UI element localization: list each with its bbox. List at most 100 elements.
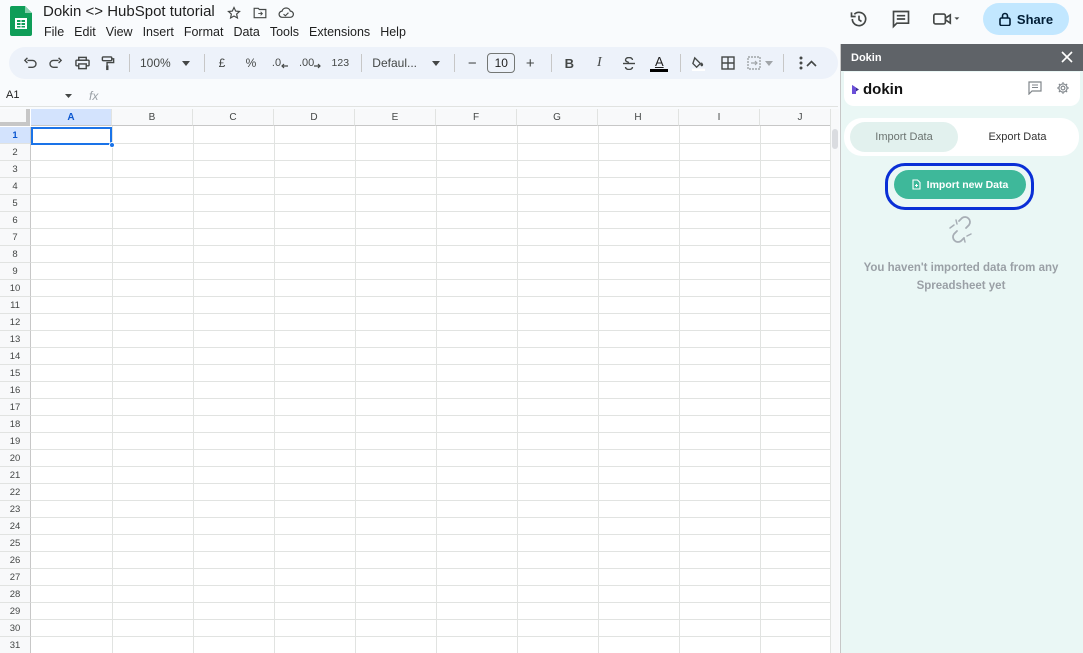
row-header-4[interactable]: 4 bbox=[0, 178, 31, 195]
settings-gear-icon[interactable] bbox=[1056, 81, 1070, 95]
tab-export-data[interactable]: Export Data bbox=[962, 122, 1073, 152]
print-icon[interactable] bbox=[71, 50, 93, 76]
decrease-decimal-button[interactable]: .0 bbox=[269, 50, 291, 76]
version-history-icon[interactable] bbox=[843, 3, 875, 35]
row-header-1[interactable]: 1 bbox=[0, 127, 31, 144]
star-icon[interactable] bbox=[223, 2, 245, 24]
import-new-data-label: Import new Data bbox=[926, 178, 1009, 191]
text-color-glyph: A bbox=[654, 53, 664, 69]
percent-format-button[interactable]: % bbox=[240, 50, 262, 76]
document-title[interactable]: Dokin <> HubSpot tutorial bbox=[43, 3, 215, 20]
bold-button[interactable]: B bbox=[558, 50, 580, 76]
toolbar-divider bbox=[204, 54, 205, 72]
tab-import-data[interactable]: Import Data bbox=[850, 122, 958, 152]
row-header-5[interactable]: 5 bbox=[0, 195, 31, 212]
row-header-12[interactable]: 12 bbox=[0, 314, 31, 331]
menu-data[interactable]: Data bbox=[228, 24, 264, 39]
selected-cell-a1[interactable] bbox=[31, 127, 112, 145]
row-header-16[interactable]: 16 bbox=[0, 382, 31, 399]
menu-insert[interactable]: Insert bbox=[138, 24, 179, 39]
feedback-icon[interactable] bbox=[1028, 81, 1042, 95]
menu-file[interactable]: File bbox=[43, 24, 69, 39]
column-header-b[interactable]: B bbox=[112, 109, 193, 126]
column-header-d[interactable]: D bbox=[274, 109, 355, 126]
font-size-field[interactable]: 10 bbox=[487, 50, 516, 76]
zoom-select[interactable]: 100% bbox=[136, 50, 194, 76]
meet-video-icon[interactable] bbox=[927, 3, 967, 35]
vertical-scrollbar[interactable] bbox=[830, 109, 839, 653]
increase-decimal-button[interactable]: .00 bbox=[299, 50, 322, 76]
row-header-13[interactable]: 13 bbox=[0, 331, 31, 348]
import-new-data-button[interactable]: Import new Data bbox=[894, 170, 1026, 199]
cloud-status-icon[interactable] bbox=[275, 2, 297, 24]
row-header-10[interactable]: 10 bbox=[0, 280, 31, 297]
row-header-9[interactable]: 9 bbox=[0, 263, 31, 280]
strikethrough-icon[interactable] bbox=[618, 50, 640, 76]
select-all-corner[interactable] bbox=[0, 109, 30, 126]
row-header-3[interactable]: 3 bbox=[0, 161, 31, 178]
row-header-14[interactable]: 14 bbox=[0, 348, 31, 365]
scrollbar-thumb[interactable] bbox=[832, 129, 838, 149]
menu-view[interactable]: View bbox=[101, 24, 138, 39]
column-header-g[interactable]: G bbox=[517, 109, 598, 126]
row-header-6[interactable]: 6 bbox=[0, 212, 31, 229]
move-folder-icon[interactable] bbox=[249, 2, 271, 24]
fill-color-icon[interactable] bbox=[687, 50, 709, 76]
row-header-31[interactable]: 31 bbox=[0, 637, 31, 653]
column-header-h[interactable]: H bbox=[598, 109, 679, 126]
row-header-8[interactable]: 8 bbox=[0, 246, 31, 263]
undo-icon[interactable] bbox=[19, 50, 41, 76]
row-header-19[interactable]: 19 bbox=[0, 433, 31, 450]
row-header-15[interactable]: 15 bbox=[0, 365, 31, 382]
close-icon[interactable] bbox=[1060, 50, 1074, 64]
row-header-7[interactable]: 7 bbox=[0, 229, 31, 246]
row-header-25[interactable]: 25 bbox=[0, 535, 31, 552]
panel-brand-bar: dokin bbox=[844, 72, 1080, 106]
sheets-logo-icon[interactable] bbox=[10, 6, 32, 36]
text-color-button[interactable]: A bbox=[648, 50, 670, 76]
spreadsheet-grid[interactable]: A B C D E F G H I J 1 2 3 4 5 6 7 8 9 10 11 12 13 14 15 16 17 18 19 2… bbox=[0, 109, 830, 653]
toolbar-divider bbox=[129, 54, 130, 72]
number-format-button[interactable]: 123 bbox=[329, 50, 351, 76]
currency-format-button[interactable]: £ bbox=[211, 50, 233, 76]
row-header-20[interactable]: 20 bbox=[0, 450, 31, 467]
column-header-e[interactable]: E bbox=[355, 109, 436, 126]
row-header-24[interactable]: 24 bbox=[0, 518, 31, 535]
row-header-30[interactable]: 30 bbox=[0, 620, 31, 637]
italic-button[interactable]: I bbox=[588, 50, 610, 76]
increase-font-size-button[interactable]: + bbox=[519, 50, 541, 76]
decrease-font-size-button[interactable]: − bbox=[461, 50, 483, 76]
row-header-26[interactable]: 26 bbox=[0, 552, 31, 569]
column-header-i[interactable]: I bbox=[679, 109, 760, 126]
fill-handle[interactable] bbox=[109, 142, 115, 148]
row-header-11[interactable]: 11 bbox=[0, 297, 31, 314]
collapse-menus-icon[interactable] bbox=[800, 50, 822, 76]
row-header-23[interactable]: 23 bbox=[0, 501, 31, 518]
menu-format[interactable]: Format bbox=[179, 24, 229, 39]
font-family-select[interactable]: Defaul... bbox=[368, 50, 444, 76]
row-header-29[interactable]: 29 bbox=[0, 603, 31, 620]
row-header-2[interactable]: 2 bbox=[0, 144, 31, 161]
column-header-c[interactable]: C bbox=[193, 109, 274, 126]
row-gridline bbox=[31, 245, 830, 246]
row-header-21[interactable]: 21 bbox=[0, 467, 31, 484]
menu-help[interactable]: Help bbox=[375, 24, 411, 39]
row-header-18[interactable]: 18 bbox=[0, 416, 31, 433]
name-box[interactable]: A1 bbox=[6, 89, 72, 101]
redo-icon[interactable] bbox=[45, 50, 67, 76]
share-button[interactable]: Share bbox=[983, 3, 1069, 35]
column-header-j[interactable]: J bbox=[760, 109, 830, 126]
menu-tools[interactable]: Tools bbox=[265, 24, 304, 39]
row-header-27[interactable]: 27 bbox=[0, 569, 31, 586]
menu-edit[interactable]: Edit bbox=[69, 24, 101, 39]
borders-icon[interactable] bbox=[717, 50, 739, 76]
row-header-22[interactable]: 22 bbox=[0, 484, 31, 501]
column-header-f[interactable]: F bbox=[436, 109, 517, 126]
menu-extensions[interactable]: Extensions bbox=[304, 24, 375, 39]
paint-format-icon[interactable] bbox=[97, 50, 119, 76]
merge-cells-icon[interactable] bbox=[747, 50, 774, 76]
row-header-17[interactable]: 17 bbox=[0, 399, 31, 416]
row-header-28[interactable]: 28 bbox=[0, 586, 31, 603]
comments-icon[interactable] bbox=[885, 3, 917, 35]
column-header-a[interactable]: A bbox=[31, 109, 112, 126]
